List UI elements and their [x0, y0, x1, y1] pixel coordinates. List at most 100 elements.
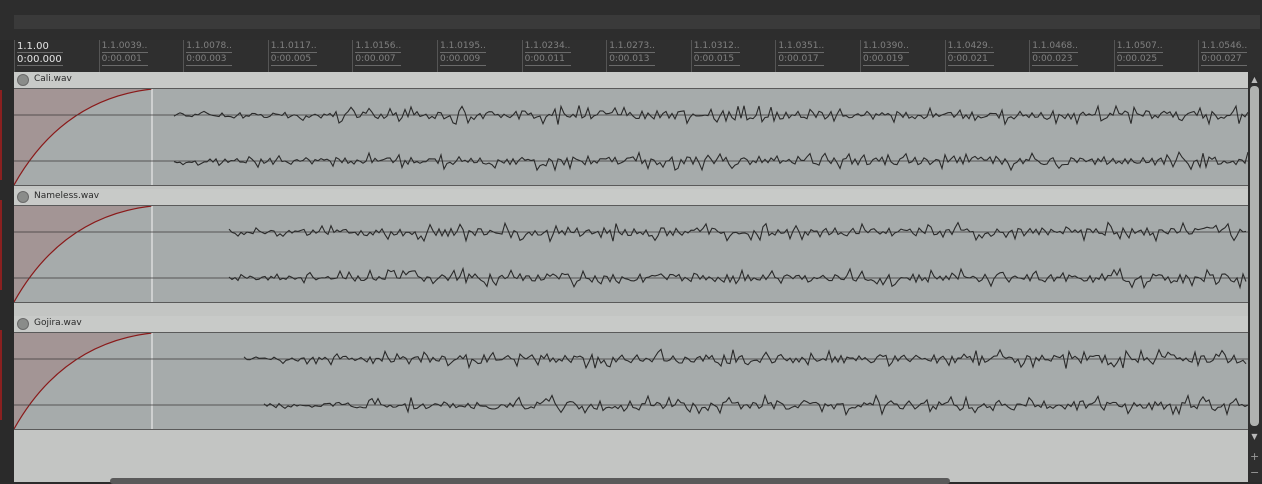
tick-beat-label: 1.1.0468..: [1032, 41, 1078, 51]
tick-underline: [1032, 52, 1079, 53]
tracks-area: Cali.wav Nameless.wav Gojira.wav: [14, 72, 1248, 482]
tick-underline: [17, 65, 63, 66]
tick-beat-label: 1.1.0273..: [609, 41, 655, 51]
media-item[interactable]: [14, 206, 1248, 303]
tick-time-label: 0:00.003: [186, 54, 227, 64]
volume-knob-icon[interactable]: [17, 318, 29, 330]
tick-underline: [947, 65, 994, 66]
tick-time-label: 0:00.000: [17, 54, 62, 65]
tick-line: [14, 40, 15, 72]
tick-underline: [355, 65, 402, 66]
tick-line: [437, 40, 438, 72]
track-header[interactable]: Nameless.wav: [14, 189, 1248, 206]
waveform-svg: [14, 333, 1248, 429]
tick-line: [775, 40, 777, 72]
tick-line: [267, 40, 269, 72]
tick-underline: [778, 52, 825, 53]
tick-underline: [609, 52, 656, 53]
tick-beat-label: 1.1.0117..: [270, 41, 317, 51]
tick-beat-label: 1.1.00: [17, 41, 49, 52]
track-marker: [0, 200, 2, 290]
tick-underline: [270, 65, 317, 66]
volume-knob-icon[interactable]: [17, 74, 29, 86]
tick-time-label: 0:00.013: [609, 54, 650, 64]
media-item[interactable]: [14, 89, 1248, 186]
tick-underline: [524, 65, 571, 66]
tick-underline: [524, 52, 571, 53]
tick-underline: [1116, 65, 1163, 66]
fade-in-area: [14, 333, 152, 429]
tick-time-label: 0:00.011: [524, 54, 565, 64]
media-item[interactable]: [14, 333, 1248, 430]
vertical-scrollbar[interactable]: ▲ ▼: [1248, 72, 1262, 482]
tick-time-label: 0:00.009: [440, 54, 481, 64]
tick-underline: [1201, 65, 1248, 66]
tick-line: [98, 40, 100, 72]
track-marker: [0, 90, 2, 180]
fade-in-area: [14, 89, 152, 185]
fade-in-area: [14, 206, 152, 302]
tick-underline: [863, 52, 909, 53]
track-name: Gojira.wav: [34, 318, 82, 328]
volume-knob-icon[interactable]: [17, 191, 29, 203]
tick-underline: [1201, 52, 1248, 53]
tick-underline: [863, 65, 909, 66]
tick-line: [860, 40, 861, 72]
tick-underline: [1032, 65, 1079, 66]
tick-line: [1113, 40, 1115, 72]
tick-underline: [609, 65, 656, 66]
tick-beat-label: 1.1.0039..: [101, 41, 148, 51]
tick-line: [183, 40, 185, 72]
tick-time-label: 0:00.019: [863, 54, 904, 64]
scroll-thumb[interactable]: [1250, 86, 1259, 426]
tick-time-label: 0:00.023: [1032, 54, 1073, 64]
tick-beat-label: 1.1.0351..: [778, 41, 825, 51]
tick-time-label: 0:00.001: [101, 54, 142, 64]
tick-underline: [101, 65, 148, 66]
tick-time-label: 0:00.015: [693, 54, 735, 64]
minus-icon[interactable]: −: [1250, 466, 1259, 479]
tick-time-label: 0:00.007: [355, 54, 396, 64]
left-edge: [0, 40, 14, 482]
waveform-svg: [14, 206, 1248, 302]
arrow-up-icon[interactable]: ▲: [1250, 75, 1259, 84]
tick-underline: [1116, 52, 1163, 53]
tick-line: [521, 40, 523, 72]
tick-beat-label: 1.1.0312..: [693, 41, 740, 51]
track-header[interactable]: Cali.wav: [14, 72, 1248, 89]
tick-time-label: 0:00.027: [1201, 54, 1242, 64]
tick-beat-label: 1.1.0390..: [863, 41, 909, 51]
tick-line: [944, 40, 946, 72]
tick-underline: [186, 52, 233, 53]
horizontal-scrollbar[interactable]: [110, 478, 950, 484]
tick-line: [606, 40, 608, 72]
tick-underline: [693, 65, 740, 66]
timeline-ruler[interactable]: 1.1.00 0:00.000 1.1.0039.. 0:00.001 1.1.0078…: [14, 40, 1262, 72]
track-header[interactable]: Gojira.wav: [14, 316, 1248, 333]
tick-beat-label: 1.1.0507..: [1116, 41, 1163, 51]
tick-line: [352, 40, 354, 72]
tick-beat-label: 1.1.0429..: [947, 41, 994, 51]
tick-underline: [440, 52, 486, 53]
plus-icon[interactable]: +: [1250, 450, 1259, 463]
arrow-down-icon[interactable]: ▼: [1250, 432, 1259, 441]
tick-beat-label: 1.1.0546..: [1201, 41, 1248, 51]
track-marker: [0, 330, 2, 420]
tick-underline: [270, 52, 317, 53]
tick-underline: [17, 52, 63, 53]
tick-time-label: 0:00.017: [778, 54, 819, 64]
tick-underline: [947, 52, 994, 53]
tick-time-label: 0:00.025: [1116, 54, 1158, 64]
tick-time-label: 0:00.021: [947, 54, 988, 64]
tick-underline: [101, 52, 148, 53]
tick-underline: [186, 65, 233, 66]
track-name: Cali.wav: [34, 74, 72, 84]
tick-beat-label: 1.1.0234..: [524, 41, 571, 51]
tick-beat-label: 1.1.0195..: [440, 41, 486, 51]
tick-time-label: 0:00.005: [270, 54, 312, 64]
tick-line: [1029, 40, 1031, 72]
tick-line: [1198, 40, 1200, 72]
tick-line: [690, 40, 692, 72]
tick-beat-label: 1.1.0078..: [186, 41, 232, 51]
track-name: Nameless.wav: [34, 191, 100, 201]
